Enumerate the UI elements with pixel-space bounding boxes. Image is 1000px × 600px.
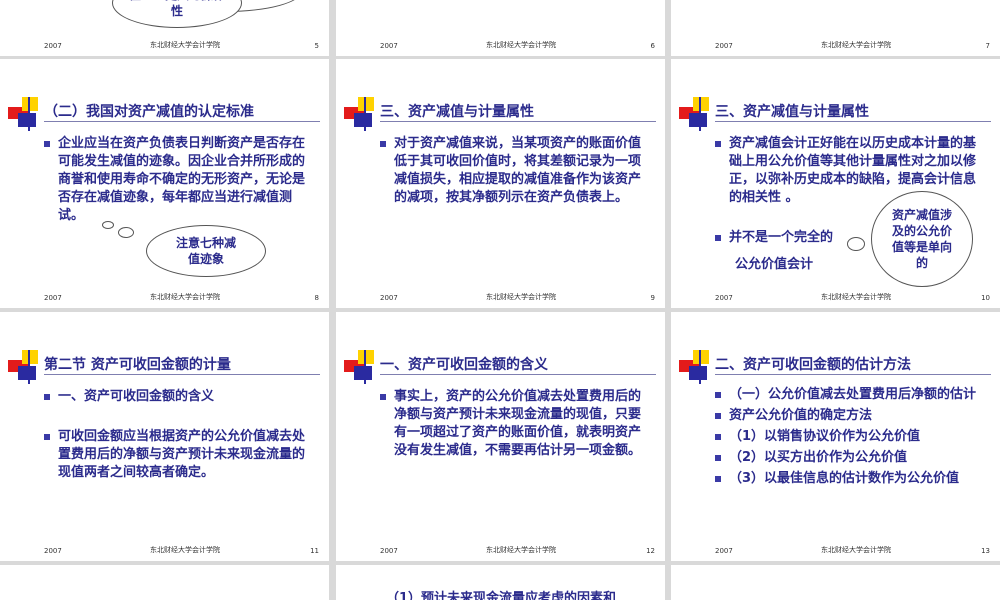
slide-title: 一、资产可收回金额的含义 (380, 357, 548, 373)
slide-15[interactable]: （1）预计未来现金流量应考虑的因素和 (336, 565, 665, 600)
slide-footer: 2007 东北财经大学会计学院 10 (715, 293, 990, 302)
callout-cloud: 注意七种减值迹象 (146, 225, 266, 277)
logo-icon (8, 350, 46, 384)
bullet-list: 一、资产可收回金额的含义 可收回金额应当根据资产的公允价值减去处置费用后的净额与… (44, 388, 314, 488)
logo-icon (344, 97, 382, 131)
slide-title-row: 一、资产可收回金额的含义 (344, 350, 656, 384)
slide-12[interactable]: 一、资产可收回金额的含义 事实上，资产的公允价值减去处置费用后的净额与资产预计未… (336, 312, 665, 561)
bullet-continuation: 公允价值会计 (735, 257, 814, 272)
slide-title: 三、资产减值与计量属性 (380, 104, 534, 120)
slide-footer: 2007 东北财经大学会计学院 8 (44, 293, 319, 302)
slide-title-row: 二、资产可收回金额的估计方法 (679, 350, 991, 384)
callout-cloud: 资产减值涉及的公允价值等是单向的 (871, 191, 973, 287)
slide-footer: 2007 东北财经大学会计学院 7 (715, 41, 990, 50)
bullet-item: （2）以买方出价作为公允价值 (715, 449, 985, 467)
slide-title-row: 第二节 资产可收回金额的计量 (8, 350, 320, 384)
slide-footer: 2007 东北财经大学会计学院 5 (44, 41, 319, 50)
bullet-item: （3）以最佳信息的估计数作为公允价值 (715, 470, 985, 488)
logo-icon (679, 350, 717, 384)
slide-footer: 2007 东北财经大学会计学院 6 (380, 41, 655, 50)
slide-title-row: （二）我国对资产减值的认定标准 (8, 97, 320, 131)
slide-title: 三、资产减值与计量属性 (715, 104, 869, 120)
slide-5[interactable]: 性——更具可操作性 2007 东北财经大学会计学院 5 (0, 0, 329, 56)
slide-7[interactable]: 2007 东北财经大学会计学院 7 (671, 0, 1000, 56)
slide-title-row: 三、资产减值与计量属性 (344, 97, 656, 131)
bullet-item: （一）公允价值减去处置费用后净额的估计 (715, 386, 985, 404)
bullet-item: 可收回金额应当根据资产的公允价值减去处置费用后的净额与资产预计未来现金流量的现值… (44, 428, 314, 482)
bullet-list: （一）公允价值减去处置费用后净额的估计 资产公允价值的确定方法 （1）以销售协议… (715, 386, 985, 491)
slide-footer: 2007 东北财经大学会计学院 9 (380, 293, 655, 302)
slide-13[interactable]: 二、资产可收回金额的估计方法 （一）公允价值减去处置费用后净额的估计 资产公允价… (671, 312, 1000, 561)
slide-title: 第二节 资产可收回金额的计量 (44, 357, 231, 373)
callout-cloud: 性——更具可操作性 (112, 0, 242, 28)
slide-10[interactable]: 三、资产减值与计量属性 资产减值会计正好能在以历史成本计量的基础上用公允价值等其… (671, 59, 1000, 308)
bullet-item: 资产公允价值的确定方法 (715, 407, 985, 425)
bullet-item: 并不是一个完全的 (715, 229, 849, 247)
slide-title: 二、资产可收回金额的估计方法 (715, 357, 911, 373)
bullet-item: 事实上，资产的公允价值减去处置费用后的净额与资产预计未来现金流量的现值，只要有一… (380, 388, 650, 460)
slide-14[interactable] (0, 565, 329, 600)
slide-title-row: 三、资产减值与计量属性 (679, 97, 991, 131)
bullet-item: 对于资产减值来说，当某项资产的账面价值低于其可收回价值时，将其差额记录为一项减值… (380, 135, 650, 207)
slide-footer: 2007 东北财经大学会计学院 12 (380, 546, 655, 555)
slide-11[interactable]: 第二节 资产可收回金额的计量 一、资产可收回金额的含义 可收回金额应当根据资产的… (0, 312, 329, 561)
bullet-list: 企业应当在资产负债表日判断资产是否存在可能发生减值的迹象。因企业合并所形成的商誉… (44, 135, 314, 231)
bullet-item: 企业应当在资产负债表日判断资产是否存在可能发生减值的迹象。因企业合并所形成的商誉… (44, 135, 314, 225)
bullet-item: 一、资产可收回金额的含义 (44, 388, 314, 406)
slide-6[interactable]: 2007 东北财经大学会计学院 6 (336, 0, 665, 56)
bullet-list: 对于资产减值来说，当某项资产的账面价值低于其可收回价值时，将其差额记录为一项减值… (380, 135, 650, 213)
slide-9[interactable]: 三、资产减值与计量属性 对于资产减值来说，当某项资产的账面价值低于其可收回价值时… (336, 59, 665, 308)
bullet-item: （1）以销售协议价作为公允价值 (715, 428, 985, 446)
logo-icon (679, 97, 717, 131)
logo-icon (8, 97, 46, 131)
slide-title: （二）我国对资产减值的认定标准 (44, 104, 254, 120)
logo-icon (344, 350, 382, 384)
slide-title: （1）预计未来现金流量应考虑的因素和 (386, 591, 617, 600)
slide-footer: 2007 东北财经大学会计学院 11 (44, 546, 319, 555)
bullet-list: 事实上，资产的公允价值减去处置费用后的净额与资产预计未来现金流量的现值，只要有一… (380, 388, 650, 466)
slide-16[interactable] (671, 565, 1000, 600)
slide-8[interactable]: （二）我国对资产减值的认定标准 企业应当在资产负债表日判断资产是否存在可能发生减… (0, 59, 329, 308)
slide-footer: 2007 东北财经大学会计学院 13 (715, 546, 990, 555)
